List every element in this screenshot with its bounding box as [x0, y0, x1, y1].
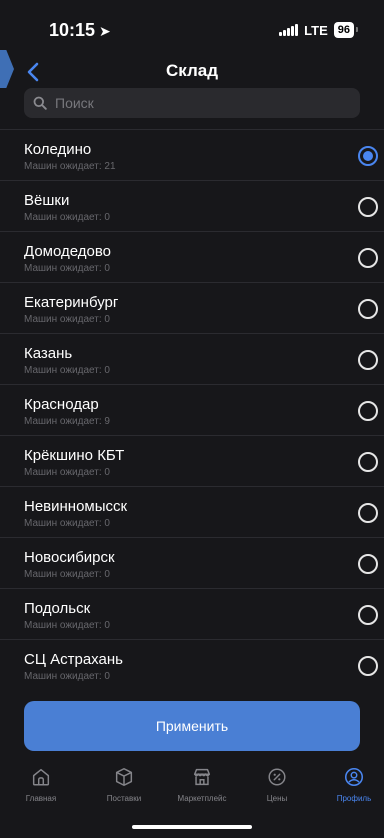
warehouse-name: СЦ Астрахань [24, 651, 123, 668]
profile-icon [344, 767, 364, 787]
warehouse-name: Екатеринбург [24, 294, 119, 311]
waiting-count: Машин ожидает: 0 [24, 518, 110, 529]
tab-prices-label: Цены [266, 794, 288, 803]
status-time-text: 10:15 [49, 20, 96, 40]
list-item[interactable]: Вёшки Машин ожидает: 0 [0, 180, 384, 231]
tab-home[interactable]: Главная [3, 766, 79, 803]
waiting-count: Машин ожидает: 0 [24, 365, 110, 376]
radio-icon[interactable] [358, 554, 378, 574]
list-item[interactable]: Крёкшино КБТ Машин ожидает: 0 [0, 435, 384, 486]
box-icon [115, 768, 133, 786]
tab-deliveries[interactable]: Поставки [86, 766, 162, 803]
warehouse-name: Коледино [24, 141, 92, 158]
navigation-bar: Склад [0, 56, 384, 88]
radio-selected-icon[interactable] [358, 146, 378, 166]
radio-icon[interactable] [358, 503, 378, 523]
radio-icon[interactable] [358, 605, 378, 625]
waiting-count: Машин ожидает: 0 [24, 314, 110, 325]
warehouse-list: Коледино Машин ожидает: 21 Вёшки Машин ожид… [0, 129, 384, 690]
location-arrow-icon: ➤ [99, 23, 111, 39]
page-title: Склад [165, 61, 219, 80]
warehouse-name: Казань [24, 345, 73, 362]
signal-icon [279, 24, 299, 36]
list-item[interactable]: СЦ Астрахань Машин ожидает: 0 [0, 639, 384, 690]
list-item[interactable]: Новосибирск Машин ожидает: 0 [0, 537, 384, 588]
status-time: 10:15 ➤ [49, 20, 111, 41]
warehouse-name: Крёкшино КБТ [24, 447, 125, 464]
list-item[interactable]: Подольск Машин ожидает: 0 [0, 588, 384, 639]
warehouse-name: Невинномысск [24, 498, 128, 515]
search-icon [33, 96, 47, 110]
store-icon [193, 768, 211, 786]
battery-level: 96 [337, 24, 350, 36]
tab-home-label: Главная [25, 794, 57, 803]
radio-icon[interactable] [358, 452, 378, 472]
network-type: LTE [304, 22, 328, 38]
list-item[interactable]: Екатеринбург Машин ожидает: 0 [0, 282, 384, 333]
waiting-count: Машин ожидает: 0 [24, 671, 110, 682]
waiting-count: Машин ожидает: 9 [24, 416, 110, 427]
apply-button[interactable]: Применить [24, 701, 360, 751]
waiting-count: Машин ожидает: 21 [24, 161, 116, 172]
status-indicators: LTE 96 [279, 22, 359, 38]
waiting-count: Машин ожидает: 0 [24, 569, 110, 580]
tab-marketplace-label: Маркетплейс [177, 794, 227, 803]
battery-icon: 96 [333, 22, 359, 38]
waiting-count: Машин ожидает: 0 [24, 263, 110, 274]
tab-prices[interactable]: Цены [239, 766, 315, 803]
radio-icon[interactable] [358, 656, 378, 676]
list-item[interactable]: Коледино Машин ожидает: 21 [0, 129, 384, 180]
waiting-count: Машин ожидает: 0 [24, 467, 110, 478]
home-icon [32, 768, 50, 786]
warehouse-name: Домодедово [24, 243, 111, 260]
radio-icon[interactable] [358, 197, 378, 217]
status-bar: 10:15 ➤ LTE 96 [0, 0, 384, 56]
tab-profile-label: Профиль [336, 794, 372, 803]
tab-profile[interactable]: Профиль [316, 766, 384, 803]
tab-deliveries-label: Поставки [106, 794, 142, 803]
search-bar[interactable] [24, 88, 360, 118]
search-input[interactable] [53, 94, 337, 112]
warehouse-name: Новосибирск [24, 549, 115, 566]
list-item[interactable]: Невинномысск Машин ожидает: 0 [0, 486, 384, 537]
tab-marketplace[interactable]: Маркетплейс [164, 766, 240, 803]
radio-icon[interactable] [358, 350, 378, 370]
list-item[interactable]: Краснодар Машин ожидает: 9 [0, 384, 384, 435]
warehouse-name: Краснодар [24, 396, 99, 413]
warehouse-name: Вёшки [24, 192, 70, 209]
list-item[interactable]: Домодедово Машин ожидает: 0 [0, 231, 384, 282]
list-item[interactable]: Казань Машин ожидает: 0 [0, 333, 384, 384]
radio-icon[interactable] [358, 299, 378, 319]
waiting-count: Машин ожидает: 0 [24, 620, 110, 631]
percent-icon [268, 768, 286, 786]
home-indicator [132, 825, 252, 829]
waiting-count: Машин ожидает: 0 [24, 212, 110, 223]
bottom-tab-bar: Главная Поставки Маркетплейс Цены Профил… [0, 766, 384, 818]
radio-icon[interactable] [358, 401, 378, 421]
warehouse-name: Подольск [24, 600, 91, 617]
radio-icon[interactable] [358, 248, 378, 268]
